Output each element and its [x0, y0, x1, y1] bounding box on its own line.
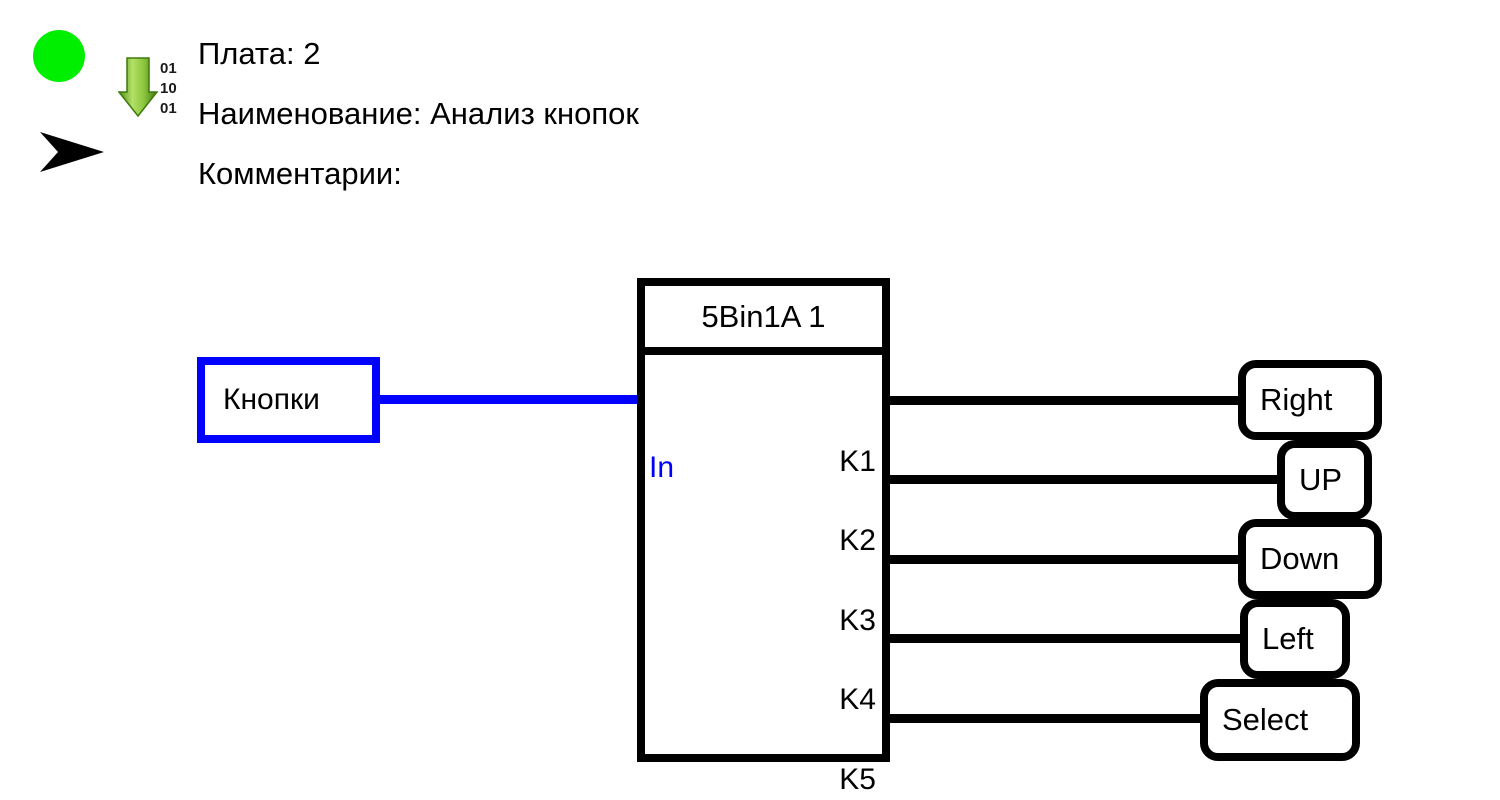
destination-label-right: Right [1260, 382, 1333, 417]
port-k1-label[interactable]: K1 [839, 447, 876, 477]
destination-box-left[interactable]: Left [1240, 599, 1350, 679]
metadata-panel: Плата: 2 Наименование: Анализ кнопок Ком… [198, 24, 1098, 204]
source-variable-label: Кнопки [223, 383, 320, 416]
function-block[interactable]: 5Bin1A 1 In K1 K2 K3 K4 K5 [637, 278, 890, 795]
program-name-label: Наименование: Анализ кнопок [198, 96, 639, 131]
destination-box-select[interactable]: Select [1200, 679, 1360, 761]
port-k4-label[interactable]: K4 [839, 685, 876, 715]
port-k5-label[interactable]: K5 [839, 765, 876, 795]
wire-k3-down [890, 555, 1242, 564]
function-block-header: 5Bin1A 1 [645, 286, 882, 355]
svg-text:01: 01 [160, 60, 177, 77]
diagram-canvas: 01 10 01 Плата: 2 Наименование: Анализ к… [0, 0, 1500, 800]
destination-label-up: UP [1299, 462, 1343, 497]
function-block-title: 5Bin1A 1 [701, 298, 826, 334]
port-k3-label[interactable]: K3 [839, 606, 876, 636]
wire-k1-right [890, 396, 1242, 405]
port-k2-label[interactable]: K2 [839, 526, 876, 556]
binary-download-arrow-icon: 01 10 01 [118, 57, 177, 118]
destination-box-down[interactable]: Down [1238, 519, 1382, 599]
comments-label: Комментарии: [198, 156, 402, 191]
destination-label-left: Left [1262, 621, 1314, 656]
destination-box-right[interactable]: Right [1238, 360, 1382, 440]
destination-label-select: Select [1222, 702, 1309, 737]
wire-k4-left [890, 634, 1244, 643]
svg-text:01: 01 [160, 100, 177, 117]
board-number-label: Плата: 2 [198, 36, 321, 71]
play-arrow-icon[interactable] [36, 128, 108, 176]
wire-k5-select [890, 714, 1204, 723]
svg-text:10: 10 [160, 80, 177, 97]
destination-box-up[interactable]: UP [1277, 440, 1372, 520]
port-in-label[interactable]: In [649, 453, 674, 483]
green-circle-icon [33, 30, 85, 82]
destination-label-down: Down [1260, 541, 1340, 576]
source-variable-box[interactable]: Кнопки [197, 357, 380, 443]
function-block-body: In K1 K2 K3 K4 K5 [645, 355, 882, 795]
wire-k2-up [890, 475, 1281, 484]
wire-input-knopki [380, 395, 645, 404]
